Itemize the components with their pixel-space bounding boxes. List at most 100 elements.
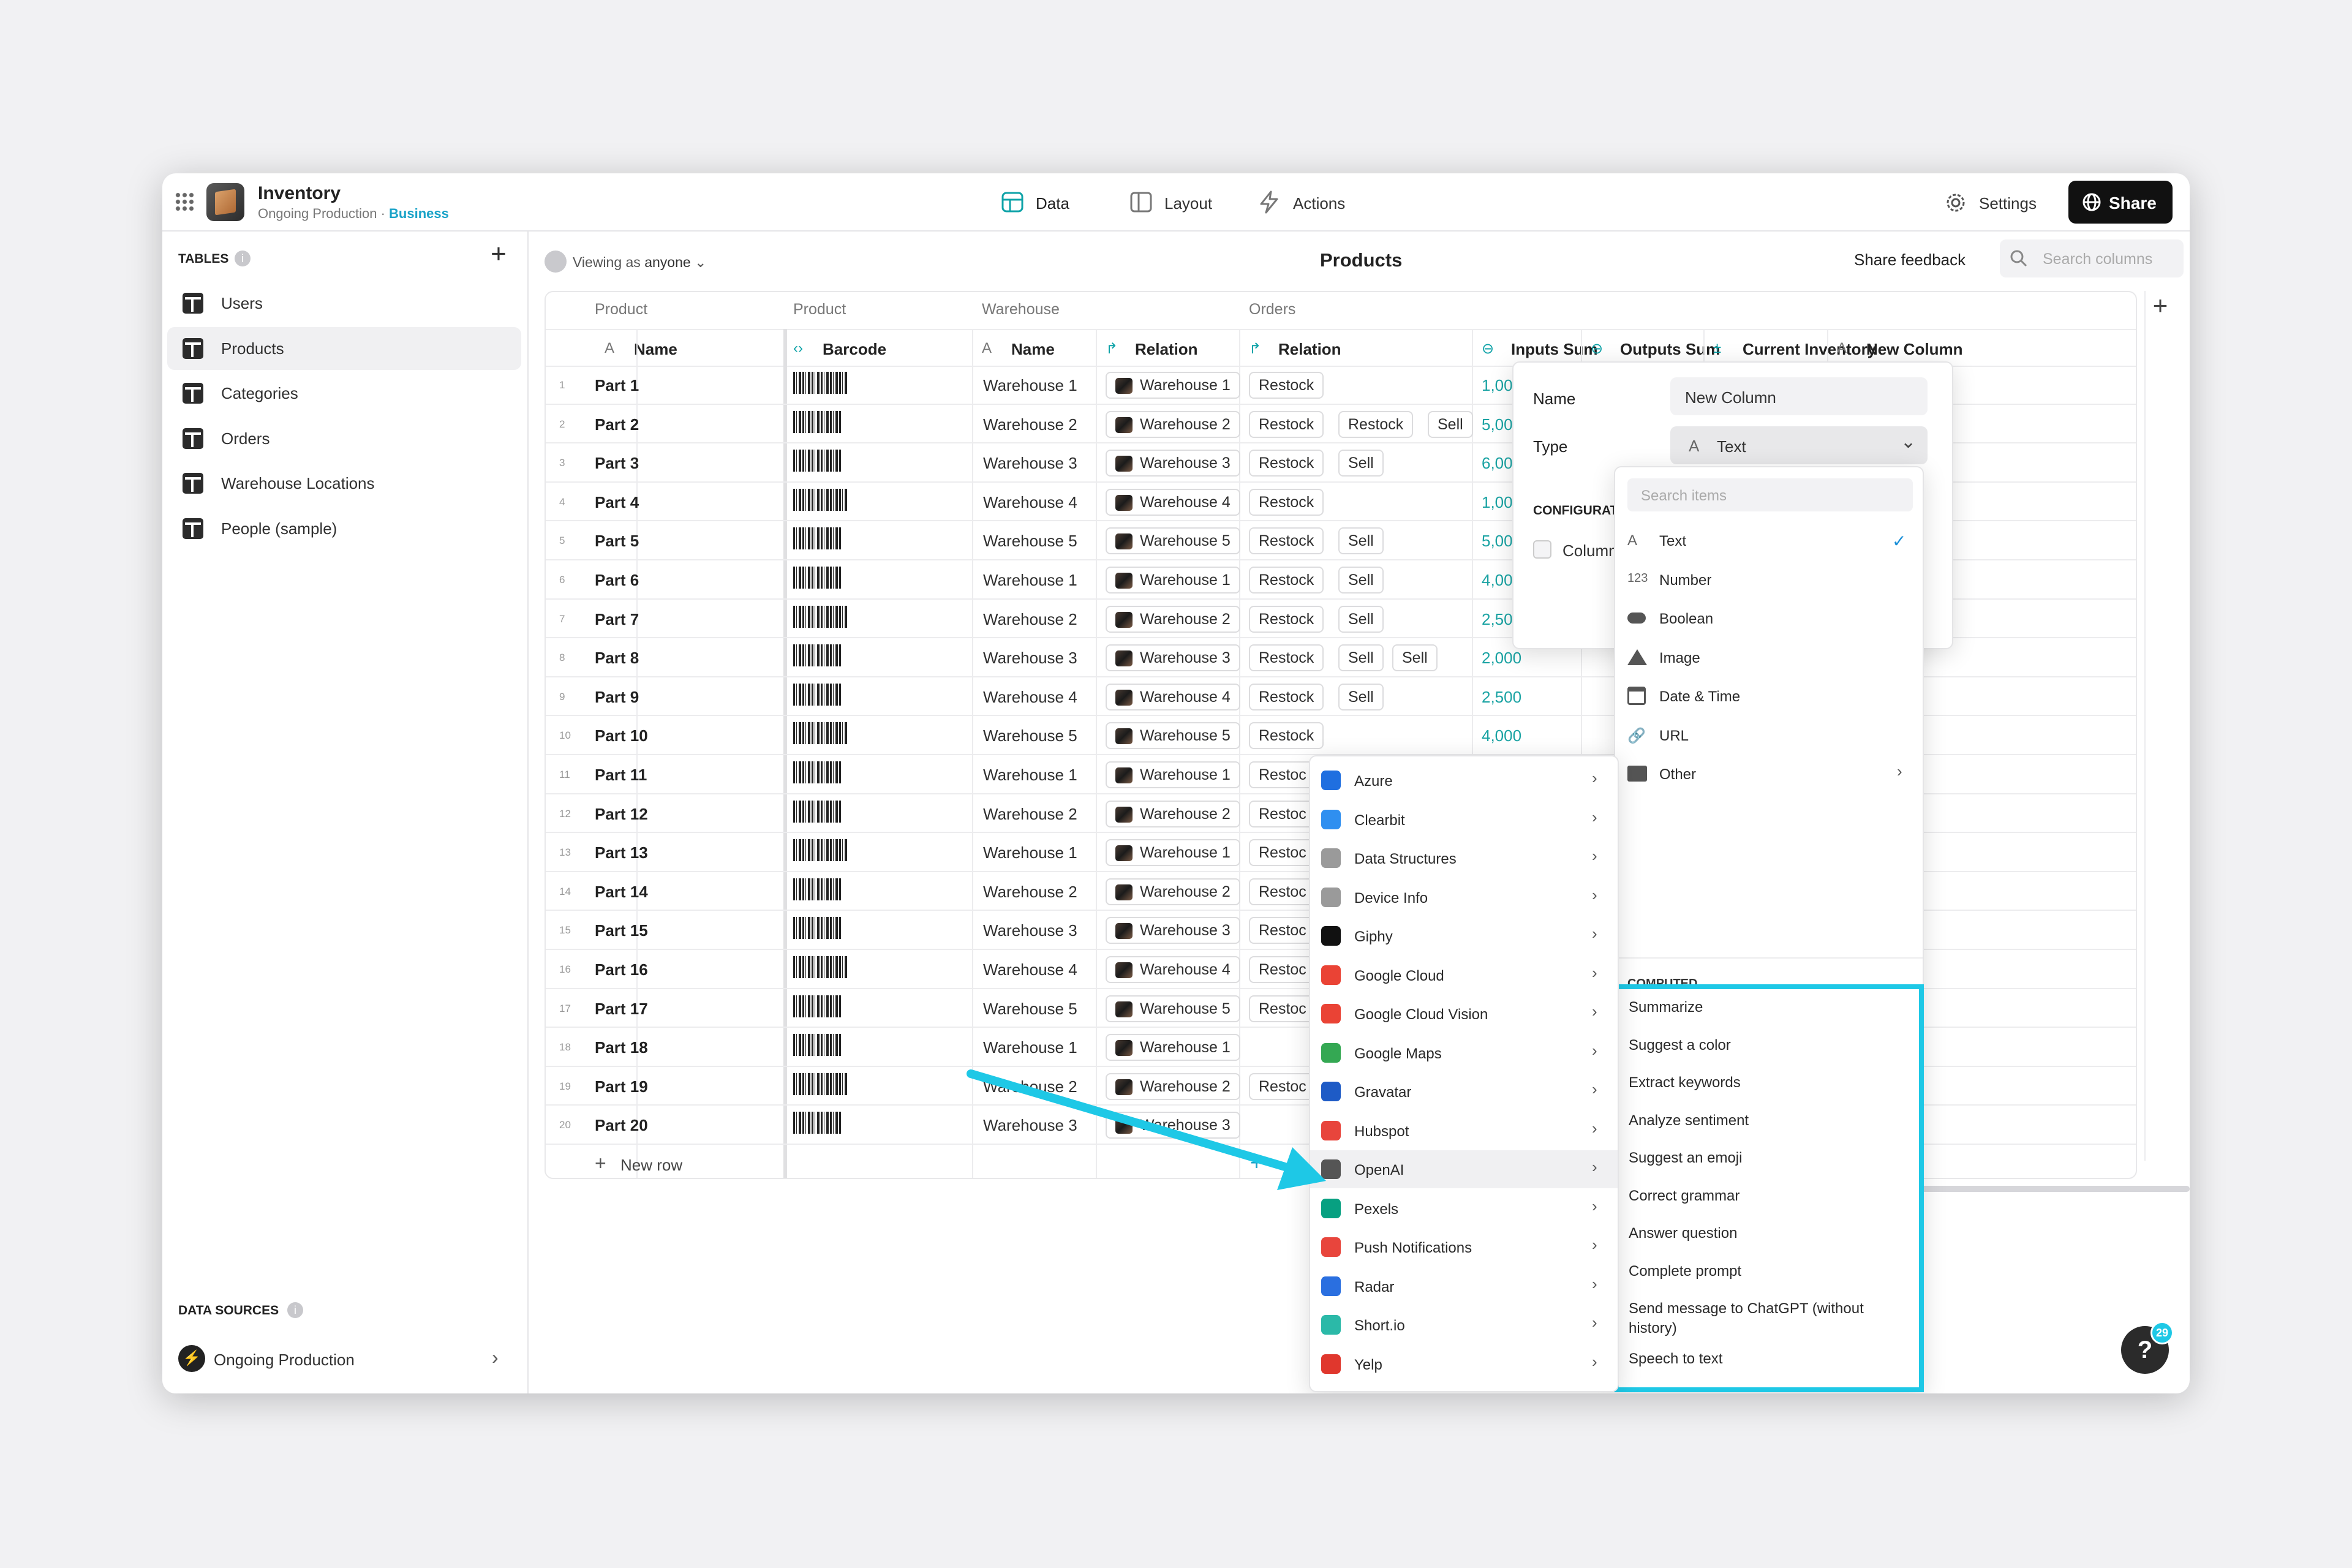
warehouse-relation-chip[interactable]: Warehouse 2: [1106, 800, 1240, 827]
warehouse-relation-chip[interactable]: Warehouse 4: [1106, 956, 1240, 983]
data-source-item[interactable]: ⚡ Ongoing Production ›: [167, 1334, 521, 1377]
order-relation-chip[interactable]: Restoc: [1249, 839, 1316, 867]
openai-action-8[interactable]: Complete prompt: [1619, 1262, 1919, 1297]
order-relation-chip[interactable]: Restoc: [1249, 917, 1316, 944]
warehouse-name[interactable]: Warehouse 1: [983, 843, 1077, 862]
order-relation-chip[interactable]: Restock: [1249, 527, 1324, 555]
warehouse-relation-chip[interactable]: Warehouse 3: [1106, 917, 1240, 944]
order-relation-chip[interactable]: Restock: [1249, 722, 1324, 750]
order-relation-chip[interactable]: Restock: [1249, 605, 1324, 633]
warehouse-relation-chip[interactable]: Warehouse 2: [1106, 878, 1240, 905]
order-relation-chip[interactable]: Sell: [1428, 410, 1473, 438]
openai-action-5[interactable]: Suggest an emoji: [1619, 1148, 1919, 1184]
integration-item-azure[interactable]: Azure ›: [1310, 761, 1618, 799]
order-relation-chip[interactable]: Sell: [1338, 605, 1384, 633]
openai-action-3[interactable]: Extract keywords: [1619, 1073, 1919, 1109]
integration-item-yelp[interactable]: Yelp ›: [1310, 1345, 1618, 1383]
warehouse-name[interactable]: Warehouse 1: [983, 1038, 1077, 1057]
order-relation-chip[interactable]: Sell: [1338, 567, 1384, 594]
column-header[interactable]: New Column: [1866, 340, 1962, 359]
integration-item-giphy[interactable]: Giphy ›: [1310, 917, 1618, 955]
integration-item-data-structures[interactable]: Data Structures ›: [1310, 839, 1618, 877]
warehouse-relation-chip[interactable]: Warehouse 5: [1106, 722, 1240, 750]
type-select[interactable]: A Text ⌄: [1670, 426, 1928, 464]
part-name[interactable]: Part 16: [595, 960, 648, 979]
warehouse-name[interactable]: Warehouse 2: [983, 610, 1077, 629]
warehouse-relation-chip[interactable]: Warehouse 1: [1106, 372, 1240, 399]
part-name[interactable]: Part 15: [595, 921, 648, 940]
sidebar-item-table[interactable]: Categories: [167, 372, 521, 415]
integration-item-google-maps[interactable]: Google Maps ›: [1310, 1034, 1618, 1072]
warehouse-relation-chip[interactable]: Warehouse 3: [1106, 644, 1240, 672]
share-button[interactable]: Share: [2068, 181, 2173, 224]
warehouse-name[interactable]: Warehouse 1: [983, 376, 1077, 395]
warehouse-name[interactable]: Warehouse 5: [983, 532, 1077, 551]
order-relation-chip[interactable]: Restock: [1249, 372, 1324, 399]
openai-action-4[interactable]: Analyze sentiment: [1619, 1111, 1919, 1147]
order-relation-chip[interactable]: Restock: [1249, 450, 1324, 477]
integration-item-openai[interactable]: OpenAI ›: [1310, 1150, 1618, 1188]
apps-grid-icon[interactable]: [175, 192, 194, 211]
column-header[interactable]: Name: [1011, 340, 1055, 359]
warehouse-relation-chip[interactable]: Warehouse 1: [1106, 761, 1240, 788]
warehouse-name[interactable]: Warehouse 1: [983, 571, 1077, 590]
openai-action-1[interactable]: Summarize: [1619, 998, 1919, 1033]
warehouse-relation-chip[interactable]: Warehouse 4: [1106, 683, 1240, 710]
warehouse-name[interactable]: Warehouse 4: [983, 960, 1077, 979]
warehouse-relation-chip[interactable]: Warehouse 5: [1106, 995, 1240, 1022]
part-name[interactable]: Part 13: [595, 843, 648, 862]
warehouse-relation-chip[interactable]: Warehouse 2: [1106, 410, 1240, 438]
openai-action-7[interactable]: Answer question: [1619, 1224, 1919, 1259]
sidebar-item-table[interactable]: Warehouse Locations: [167, 462, 521, 505]
warehouse-name[interactable]: Warehouse 5: [983, 1000, 1077, 1019]
part-name[interactable]: Part 7: [595, 610, 639, 629]
openai-action-9[interactable]: Send message to ChatGPT (without history…: [1619, 1299, 1919, 1341]
part-name[interactable]: Part 20: [595, 1116, 648, 1135]
warehouse-name[interactable]: Warehouse 3: [983, 649, 1077, 668]
order-relation-chip[interactable]: Restoc: [1249, 761, 1316, 788]
column-name-input[interactable]: New Column: [1670, 377, 1928, 415]
integration-item-gravatar[interactable]: Gravatar ›: [1310, 1072, 1618, 1110]
part-name[interactable]: Part 17: [595, 1000, 648, 1019]
order-relation-chip[interactable]: Restock: [1249, 644, 1324, 672]
integration-item-google-cloud[interactable]: Google Cloud ›: [1310, 956, 1618, 994]
order-relation-chip[interactable]: Restoc: [1249, 995, 1316, 1022]
warehouse-name[interactable]: Warehouse 1: [983, 766, 1077, 785]
warehouse-name[interactable]: Warehouse 4: [983, 688, 1077, 707]
add-column-button[interactable]: +: [2144, 291, 2175, 1161]
type-search-input[interactable]: Search items: [1627, 478, 1913, 511]
nav-tab-layout[interactable]: Layout: [1130, 187, 1234, 217]
settings-button[interactable]: Settings: [1945, 187, 2049, 217]
warehouse-relation-chip[interactable]: Warehouse 3: [1106, 450, 1240, 477]
part-name[interactable]: Part 18: [595, 1038, 648, 1057]
order-relation-chip[interactable]: Sell: [1338, 527, 1384, 555]
part-name[interactable]: Part 10: [595, 726, 648, 745]
integration-item-short-io[interactable]: Short.io ›: [1310, 1306, 1618, 1344]
order-relation-chip[interactable]: Restock: [1249, 488, 1324, 516]
order-relation-chip[interactable]: Restoc: [1249, 800, 1316, 827]
warehouse-name[interactable]: Warehouse 2: [983, 883, 1077, 902]
order-relation-chip[interactable]: Restoc: [1249, 956, 1316, 983]
integration-item-device-info[interactable]: Device Info ›: [1310, 878, 1618, 916]
integration-item-radar[interactable]: Radar ›: [1310, 1267, 1618, 1305]
column-header[interactable]: Inputs Sum: [1511, 340, 1598, 359]
warehouse-name[interactable]: Warehouse 2: [983, 415, 1077, 434]
part-name[interactable]: Part 4: [595, 493, 639, 512]
integration-item-push-notifications[interactable]: Push Notifications ›: [1310, 1228, 1618, 1266]
part-name[interactable]: Part 12: [595, 805, 648, 824]
warehouse-relation-chip[interactable]: Warehouse 4: [1106, 488, 1240, 516]
part-name[interactable]: Part 1: [595, 376, 639, 395]
nav-tab-data[interactable]: Data: [1001, 187, 1093, 217]
viewing-as-selector[interactable]: Viewing as anyone ⌄: [545, 246, 747, 276]
type-option-number[interactable]: 123 Number: [1615, 562, 1923, 598]
order-relation-chip[interactable]: Sell: [1338, 450, 1384, 477]
order-relation-chip[interactable]: Sell: [1338, 644, 1384, 672]
column-header[interactable]: Name: [634, 340, 677, 359]
type-option-url[interactable]: 🔗 URL: [1615, 717, 1923, 754]
type-option-image[interactable]: Image: [1615, 639, 1923, 676]
share-feedback-link[interactable]: Share feedback: [1854, 251, 1966, 270]
openai-action-10[interactable]: Speech to text: [1619, 1349, 1919, 1385]
search-columns-input[interactable]: Search columns: [2000, 239, 2184, 277]
part-name[interactable]: Part 9: [595, 688, 639, 707]
part-name[interactable]: Part 2: [595, 415, 639, 434]
